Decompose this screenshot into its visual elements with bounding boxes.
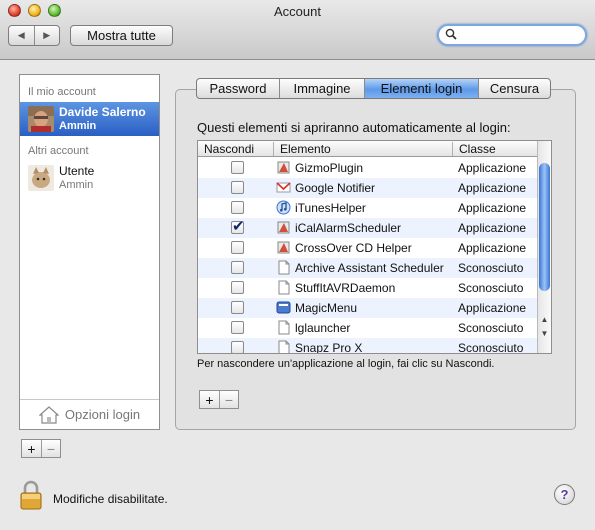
table-body: GizmoPlugin Applicazione Google Notifier Ap… xyxy=(198,158,539,354)
scrollbar-thumb[interactable] xyxy=(539,163,550,291)
document-icon xyxy=(276,320,291,335)
item-class: Applicazione xyxy=(458,161,527,175)
accounts-list: Il mio account Davide Salerno Ammin Altr… xyxy=(19,74,160,430)
back-arrow-icon[interactable]: ◀ xyxy=(9,26,35,45)
tab-parental-controls[interactable]: Censura xyxy=(478,79,550,98)
account-role: Ammin xyxy=(59,120,97,132)
gmail-icon xyxy=(276,180,291,195)
hide-checkbox[interactable] xyxy=(231,321,244,334)
item-name: Archive Assistant Scheduler xyxy=(295,261,444,275)
table-row[interactable]: Google Notifier Applicazione xyxy=(198,178,539,198)
table-row[interactable]: CrossOver CD Helper Applicazione xyxy=(198,238,539,258)
scroll-down-icon[interactable]: ▼ xyxy=(538,327,551,340)
app-icon xyxy=(276,220,291,235)
item-name: Google Notifier xyxy=(295,181,376,195)
hide-checkbox[interactable] xyxy=(231,241,244,254)
remove-login-item-button[interactable]: − xyxy=(219,391,238,408)
login-items-table: Nascondi Elemento Classe GizmoPlugin Appl… xyxy=(197,140,552,354)
table-row[interactable]: Archive Assistant Scheduler Sconosciuto xyxy=(198,258,539,278)
item-name: iTunesHelper xyxy=(295,201,366,215)
house-icon xyxy=(38,405,59,424)
table-scrollbar[interactable]: ▲ ▼ xyxy=(537,141,551,353)
item-name: lglauncher xyxy=(295,321,351,335)
table-row[interactable]: iCalAlarmScheduler Applicazione xyxy=(198,217,539,238)
lock-status-text: Modifiche disabilitate. xyxy=(53,492,168,506)
item-name: CrossOver CD Helper xyxy=(295,241,412,255)
lock-icon[interactable] xyxy=(20,480,42,510)
add-login-item-button[interactable]: + xyxy=(200,391,219,408)
column-hide[interactable]: Nascondi xyxy=(198,142,273,156)
scroll-up-icon[interactable]: ▲ xyxy=(538,313,551,326)
account-item-utente[interactable]: Utente Ammin xyxy=(20,161,159,195)
itunes-icon xyxy=(276,200,291,215)
login-options-button[interactable]: Opzioni login xyxy=(20,399,159,429)
table-row[interactable]: GizmoPlugin Applicazione xyxy=(198,158,539,178)
window-title: Account xyxy=(274,4,321,19)
login-item-add-remove: + − xyxy=(199,390,239,409)
document-icon xyxy=(276,340,291,353)
column-item[interactable]: Elemento xyxy=(273,142,452,156)
login-options-label: Opzioni login xyxy=(64,407,141,422)
item-name: Snapz Pro X xyxy=(295,341,363,354)
hide-checkbox[interactable] xyxy=(231,341,244,353)
item-class: Sconosciuto xyxy=(458,341,524,354)
app-icon xyxy=(276,240,291,255)
show-all-button[interactable]: Mostra tutte xyxy=(70,25,173,46)
table-row[interactable]: lglauncher Sconosciuto xyxy=(198,318,539,338)
other-accounts-heading: Altri account xyxy=(28,145,89,157)
document-icon xyxy=(276,260,291,275)
tab-password[interactable]: Password xyxy=(197,79,279,98)
my-account-heading: Il mio account xyxy=(28,86,96,98)
login-items-intro: Questi elementi si apriranno automaticam… xyxy=(197,120,511,135)
search-icon xyxy=(445,28,457,40)
search-input[interactable] xyxy=(461,27,579,43)
forward-arrow-icon[interactable]: ▶ xyxy=(35,26,60,45)
app-icon xyxy=(276,160,291,175)
account-item-davide-salerno[interactable]: Davide Salerno Ammin xyxy=(20,102,159,136)
hide-checkbox[interactable] xyxy=(231,181,244,194)
item-class: Applicazione xyxy=(458,181,527,195)
table-row[interactable]: Snapz Pro X Sconosciuto xyxy=(198,338,539,354)
item-name: MagicMenu xyxy=(295,301,358,315)
account-name: Davide Salerno xyxy=(59,105,146,119)
remove-account-button[interactable]: − xyxy=(41,440,60,457)
tab-login-items[interactable]: Elementi login xyxy=(364,79,478,98)
item-name: iCalAlarmScheduler xyxy=(295,221,402,235)
window-toolbar: Account ◀ ▶ Mostra tutte xyxy=(0,0,595,60)
document-icon xyxy=(276,280,291,295)
item-class: Applicazione xyxy=(458,241,527,255)
item-name: GizmoPlugin xyxy=(295,161,364,175)
column-class[interactable]: Classe xyxy=(452,142,539,156)
table-row[interactable]: StuffItAVRDaemon Sconosciuto xyxy=(198,278,539,298)
hide-hint: Per nascondere un'applicazione al login,… xyxy=(197,358,495,370)
hide-checkbox[interactable] xyxy=(231,261,244,274)
item-class: Sconosciuto xyxy=(458,261,524,275)
hide-checkbox[interactable] xyxy=(231,161,244,174)
item-class: Sconosciuto xyxy=(458,281,524,295)
item-class: Sconosciuto xyxy=(458,321,524,335)
hide-checkbox[interactable] xyxy=(231,217,245,235)
hide-checkbox[interactable] xyxy=(231,301,244,314)
hide-checkbox[interactable] xyxy=(231,281,244,294)
table-header: Nascondi Elemento Classe xyxy=(198,141,539,157)
table-row[interactable]: MagicMenu Applicazione xyxy=(198,298,539,318)
item-class: Applicazione xyxy=(458,221,527,235)
add-account-button[interactable]: + xyxy=(22,440,41,457)
account-name: Utente xyxy=(59,164,95,178)
account-role: Ammin xyxy=(59,179,94,191)
item-class: Applicazione xyxy=(458,201,527,215)
help-button[interactable]: ? xyxy=(554,484,575,505)
avatar xyxy=(28,106,54,132)
table-row[interactable]: iTunesHelper Applicazione xyxy=(198,198,539,218)
account-add-remove: + − xyxy=(21,439,61,458)
magicmenu-icon xyxy=(276,300,291,315)
tab-image[interactable]: Immagine xyxy=(279,79,364,98)
item-name: StuffItAVRDaemon xyxy=(295,281,396,295)
search-field[interactable] xyxy=(437,24,587,46)
item-class: Applicazione xyxy=(458,301,527,315)
back-forward-control: ◀ ▶ xyxy=(8,25,60,46)
tab-bar: Password Immagine Elementi login Censura xyxy=(196,78,551,99)
avatar xyxy=(28,165,54,191)
hide-checkbox[interactable] xyxy=(231,201,244,214)
